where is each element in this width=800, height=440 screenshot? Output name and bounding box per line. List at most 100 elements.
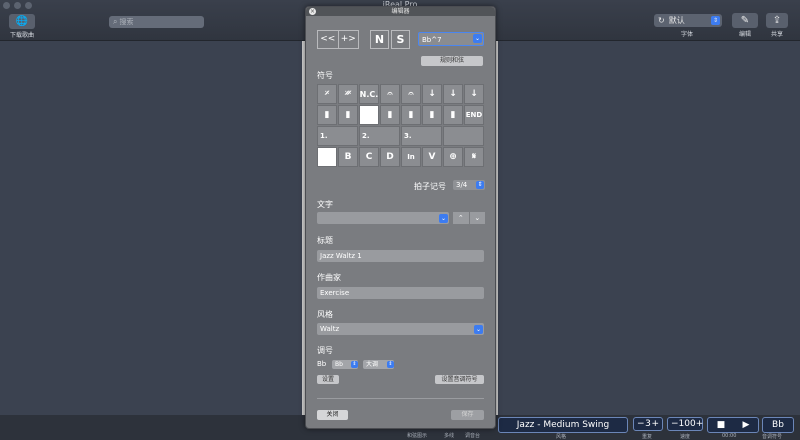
save-button[interactable]: 保存 (451, 410, 484, 420)
text-select[interactable] (317, 212, 449, 224)
multi-label[interactable]: 多线 (444, 432, 454, 439)
segno-symbol[interactable]: 𝄋 (464, 147, 484, 167)
nav-arrows: << +> (317, 30, 359, 49)
section-b-symbol[interactable]: B (338, 147, 358, 167)
minus-icon[interactable]: − (671, 419, 679, 429)
share-label: 共享 (770, 31, 783, 38)
refresh-icon: ↻ (658, 16, 665, 25)
barline-symbol[interactable]: ▮ (401, 105, 421, 125)
intro-symbol[interactable]: In (401, 147, 421, 167)
edit-button[interactable]: ✎ 编辑 (732, 13, 758, 38)
double-down-symbol[interactable]: ↓ (443, 84, 463, 104)
title-field[interactable]: Jazz Waltz 1 (317, 250, 484, 262)
fermata-symbol[interactable]: 𝄐 (380, 84, 400, 104)
chevron-down-icon[interactable]: ⌄ (439, 214, 448, 223)
no-chord-symbol[interactable]: N.C. (359, 84, 379, 104)
download-songs-button[interactable]: 🌐 下载歌曲 (9, 14, 35, 39)
transport-controls: ■ ▶ (707, 417, 759, 433)
plus-icon[interactable]: + (696, 419, 704, 429)
next-measure-button[interactable]: +> (339, 31, 359, 48)
pencil-icon: ✎ (732, 13, 758, 28)
repeat-one-bar-symbol[interactable]: 𝄎 (317, 84, 337, 104)
search-placeholder: 搜索 (119, 18, 134, 26)
font-label: 字体 (681, 31, 694, 38)
barline-symbol[interactable]: ▮ (380, 105, 400, 125)
chevron-updown-icon: ⇕ (711, 16, 720, 25)
key-label: 调号 (317, 346, 333, 355)
text-position-arrows: ⌃ ⌄ (453, 212, 485, 224)
composer-field[interactable]: Exercise (317, 287, 484, 299)
mixer-label[interactable]: 调音台 (465, 432, 480, 439)
rules-chord-button[interactable]: 规则和弦 (421, 56, 483, 66)
barline-symbol[interactable]: ▮ (317, 105, 337, 125)
chevron-up-icon[interactable]: ⌃ (453, 212, 469, 224)
text-label: 文字 (317, 200, 333, 209)
down-arrow-symbol[interactable]: ↓ (422, 84, 442, 104)
section-c-symbol[interactable]: C (359, 147, 379, 167)
barline-symbol[interactable]: ▮ (443, 105, 463, 125)
ending-1-symbol[interactable]: 1. (317, 126, 358, 146)
chord-diagram-label[interactable]: 和弦图示 (407, 432, 427, 439)
breath-symbol[interactable]: 𝄐 (401, 84, 421, 104)
empty-symbol-selected[interactable] (359, 105, 379, 125)
tempo-value: 100 (678, 419, 696, 429)
style-select[interactable]: Waltz (317, 323, 484, 335)
editor-panel: 编辑器 × << +> N S Bb^7 ⌄ 规则和弦 符号 𝄎 𝄏 N.C. … (305, 6, 496, 429)
editor-title: 编辑器 (306, 7, 495, 16)
title-label: 标题 (317, 236, 333, 245)
composer-label: 作曲家 (317, 273, 341, 282)
ending-blank-symbol[interactable] (443, 126, 484, 146)
edit-label: 编辑 (738, 31, 751, 38)
chevron-down-icon[interactable]: ⌄ (469, 212, 485, 224)
repeat-label: 重复 (642, 434, 653, 440)
ending-2-symbol[interactable]: 2. (359, 126, 400, 146)
repeat-stepper[interactable]: − 3 + (633, 417, 663, 431)
divider (317, 398, 484, 399)
chevron-updown-icon[interactable]: ⇕ (476, 181, 484, 189)
globe-icon: 🌐 (9, 14, 35, 29)
prev-measure-button[interactable]: << (318, 31, 339, 48)
repeat-value: 3 (645, 419, 651, 429)
key-selector[interactable]: Bb (762, 417, 794, 433)
ending-3-symbol[interactable]: 3. (401, 126, 442, 146)
triple-down-symbol[interactable]: ↓ (464, 84, 484, 104)
plus-icon[interactable]: + (651, 419, 659, 429)
minus-icon[interactable]: − (637, 419, 645, 429)
close-button[interactable]: 关闭 (317, 410, 348, 420)
share-button[interactable]: ⇪ 共享 (766, 13, 788, 38)
chevron-updown-icon[interactable]: ⇕ (387, 361, 394, 368)
stop-icon[interactable]: ■ (717, 420, 726, 430)
tempo-stepper[interactable]: − 100 + (667, 417, 703, 431)
barline-symbol[interactable]: ▮ (338, 105, 358, 125)
verse-symbol[interactable]: V (422, 147, 442, 167)
n-button[interactable]: N (370, 30, 389, 49)
style-label: 风格 (556, 434, 567, 440)
search-input[interactable]: ⌕ 搜索 (109, 16, 204, 28)
font-select[interactable]: ↻ 默认 ⇕ (654, 14, 722, 27)
time-label: 00:00 (722, 433, 737, 439)
share-icon: ⇪ (766, 13, 788, 28)
set-transpose-button[interactable]: 设置音调符号 (435, 375, 484, 384)
s-button[interactable]: S (391, 30, 410, 49)
repeat-two-bar-symbol[interactable]: 𝄏 (338, 84, 358, 104)
search-icon: ⌕ (113, 17, 118, 26)
coda-symbol[interactable]: ⊕ (443, 147, 463, 167)
end-symbol[interactable]: END (464, 105, 484, 125)
chevron-down-icon[interactable]: ⌄ (473, 34, 482, 43)
section-d-symbol[interactable]: D (380, 147, 400, 167)
chevron-down-icon[interactable]: ⌄ (474, 325, 483, 334)
key-note: Bb (317, 360, 327, 368)
style-selector[interactable]: Jazz - Medium Swing (498, 417, 628, 433)
blank-section-symbol[interactable] (317, 147, 337, 167)
set-button[interactable]: 设置 (317, 375, 339, 384)
tempo-label: 速度 (680, 434, 691, 440)
play-icon[interactable]: ▶ (742, 420, 749, 430)
barline-symbol[interactable]: ▮ (422, 105, 442, 125)
symbols-label: 符号 (317, 71, 333, 80)
chevron-updown-icon[interactable]: ⇕ (351, 361, 358, 368)
font-value: 默认 (668, 16, 685, 25)
close-icon[interactable]: × (309, 8, 316, 15)
key-label: 音调符号 (762, 434, 783, 440)
symbols-grid: 𝄎 𝄏 N.C. 𝄐 𝄐 ↓ ↓ ↓ ▮ ▮ ▮ ▮ ▮ ▮ END 1. 2.… (317, 84, 485, 167)
download-label: 下载歌曲 (9, 32, 34, 39)
